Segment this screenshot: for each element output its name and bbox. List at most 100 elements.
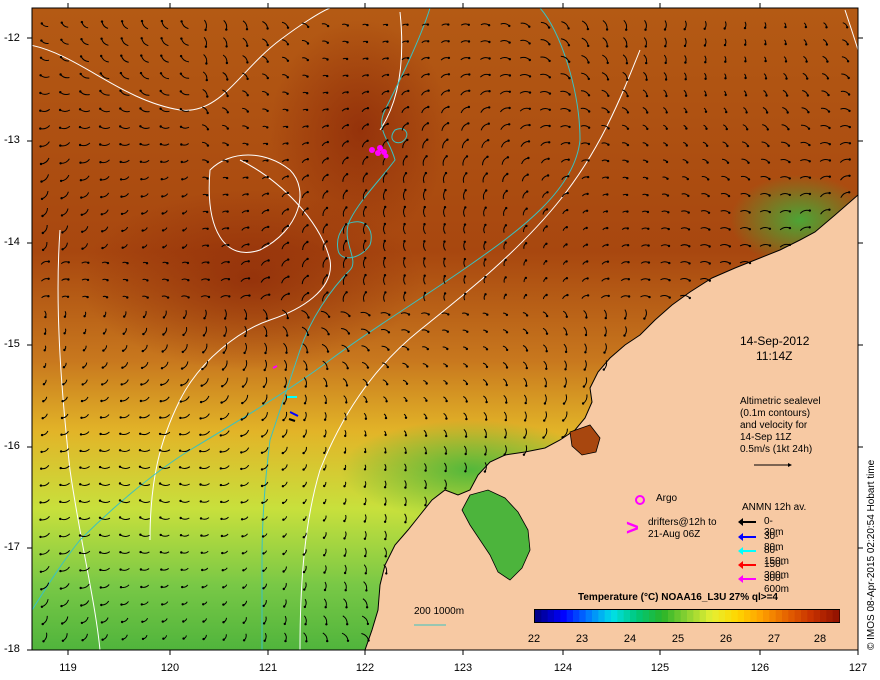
arrow-head xyxy=(385,23,389,27)
arrow-icon xyxy=(738,533,756,541)
arrow-head xyxy=(120,195,123,198)
arrow-head xyxy=(407,89,410,93)
arrow-head xyxy=(266,76,269,80)
arrow-head xyxy=(201,367,204,371)
arrow-head xyxy=(181,178,184,181)
arrow-head xyxy=(784,42,787,46)
colorbar-segment xyxy=(541,610,549,622)
arrow-head xyxy=(98,125,102,128)
arrow-head xyxy=(545,208,549,211)
arrow-head xyxy=(261,518,264,521)
arrow-head xyxy=(647,261,651,264)
arrow-head xyxy=(43,365,46,369)
arrow-head xyxy=(265,334,268,337)
arrow-head xyxy=(383,256,386,260)
colorbar-segment xyxy=(807,610,815,622)
arrow-head xyxy=(667,244,671,248)
arrow-head xyxy=(180,37,183,40)
arrow-head xyxy=(266,60,269,63)
arrow-head xyxy=(688,262,691,265)
arrow-head xyxy=(240,484,243,487)
arrow-head xyxy=(179,54,183,58)
arrow-head xyxy=(645,94,649,98)
arrow-head xyxy=(606,78,610,81)
arrow-head xyxy=(828,175,831,178)
arrow-head xyxy=(306,58,309,62)
arrow-head xyxy=(59,55,63,59)
arrow-head xyxy=(447,105,450,109)
arrow-head xyxy=(848,174,851,177)
arrow-head xyxy=(404,172,408,175)
arrow-head xyxy=(548,124,551,128)
arrow-head xyxy=(87,261,90,264)
arrow-head xyxy=(568,77,571,80)
arrow-head xyxy=(118,482,122,485)
arrow-head xyxy=(306,274,309,278)
arrow-head xyxy=(503,453,506,456)
arrow-head xyxy=(406,56,410,60)
arrow-head xyxy=(242,621,245,624)
arrow-head xyxy=(666,194,670,197)
arrow-head xyxy=(523,436,526,439)
arrow-head xyxy=(545,260,548,263)
arrow-head xyxy=(201,586,204,589)
arrow-head xyxy=(606,159,610,163)
colorbar-segment xyxy=(547,610,555,622)
arrow-head xyxy=(100,37,103,40)
arrow-head xyxy=(325,257,328,260)
arrow-head xyxy=(384,451,387,454)
arrow-head xyxy=(205,78,208,82)
arrow-head xyxy=(81,639,84,642)
arrow-head xyxy=(788,160,791,164)
arrow-head xyxy=(199,433,202,436)
arrow-head xyxy=(528,107,531,111)
arrow-head xyxy=(78,551,82,555)
arrow-head xyxy=(323,571,326,574)
arrow-head xyxy=(241,385,245,388)
arrow-head xyxy=(508,90,511,94)
arrow-head xyxy=(286,316,289,320)
arrow-head xyxy=(178,466,182,469)
arrow-head xyxy=(40,588,43,591)
arrow-head xyxy=(345,274,348,277)
arrow-head xyxy=(305,640,308,643)
arrow-head xyxy=(200,384,203,387)
arrow-head xyxy=(485,400,488,404)
arrow-head xyxy=(286,109,289,112)
arrow-head xyxy=(126,262,129,265)
arrow-head xyxy=(346,156,349,159)
colorbar-segment xyxy=(801,610,808,622)
arrow-head xyxy=(119,586,123,589)
arrow-head xyxy=(79,72,82,76)
arrow-head xyxy=(386,90,390,93)
arrow-head xyxy=(683,28,686,31)
arrow-head xyxy=(101,366,105,369)
arrow-head xyxy=(345,606,348,609)
arrow-head xyxy=(284,639,287,643)
arrow-head xyxy=(727,194,731,198)
arrow-head xyxy=(423,223,426,226)
arrow-head xyxy=(326,157,329,160)
colorbar-segment xyxy=(687,610,694,622)
arrow-head xyxy=(79,449,82,453)
arrow-head xyxy=(306,291,310,295)
arrow-head xyxy=(543,402,547,405)
arrow-head xyxy=(286,191,290,195)
arrow-head xyxy=(62,366,66,369)
arrow-head xyxy=(708,228,711,231)
arrow-head xyxy=(162,333,165,336)
arrow-head xyxy=(63,348,66,352)
arrow-head xyxy=(567,142,571,145)
arrow-head xyxy=(364,572,367,575)
arrow-head xyxy=(485,189,488,192)
arrow-head xyxy=(825,43,829,46)
arrow-head xyxy=(43,349,46,352)
arrow-head xyxy=(565,277,569,280)
arrow-head xyxy=(423,257,426,260)
arrow-head xyxy=(404,486,407,489)
arrow-head xyxy=(445,434,448,438)
arrow-head xyxy=(118,516,122,519)
arrow-head xyxy=(485,365,489,369)
arrow-head xyxy=(40,467,43,470)
arrow-head xyxy=(826,77,830,80)
